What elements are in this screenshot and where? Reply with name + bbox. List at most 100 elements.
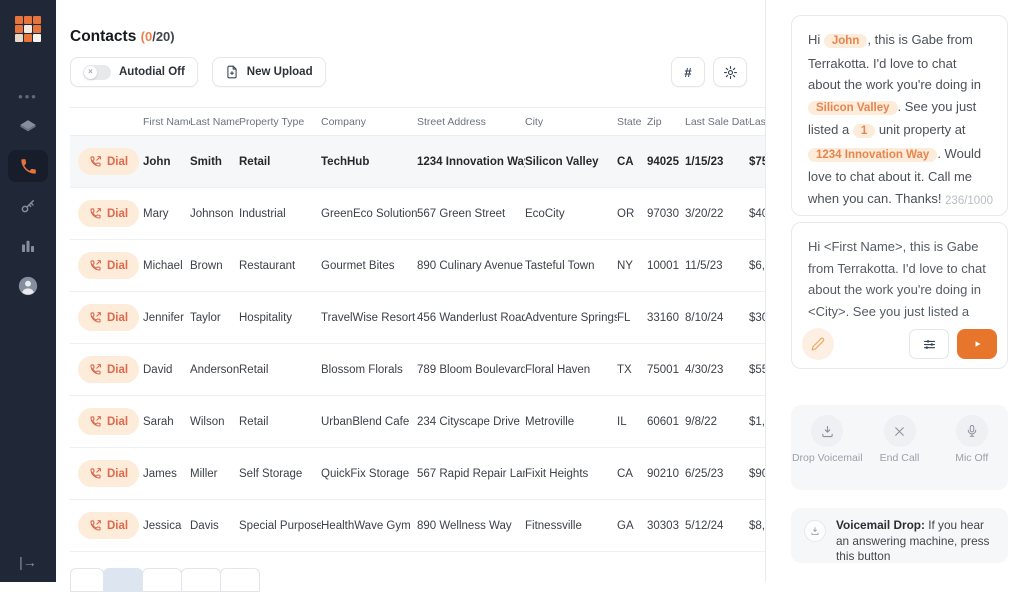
end-call-label: End Call [879, 452, 920, 464]
hash-icon: # [684, 64, 692, 80]
call-controls-card: Drop Voicemail End Call Mic Off [791, 405, 1008, 490]
voicemail-drop-icon [811, 415, 844, 447]
voicemail-template-input[interactable]: Hi <First Name>, this is Gabe from Terra… [792, 223, 1007, 321]
layers-icon [20, 120, 36, 132]
play-icon [975, 341, 981, 347]
table-cell: 94025 [647, 155, 679, 168]
pagination-button[interactable] [70, 568, 104, 592]
column-header[interactable]: Street Address [417, 116, 525, 128]
token-pill[interactable]: John [823, 34, 868, 48]
table-cell: 789 Bloom Boulevard [417, 363, 525, 376]
more-options-icon[interactable]: ••• [18, 90, 38, 103]
column-header[interactable]: Last Name [190, 116, 239, 128]
table-cell: Jessica [143, 519, 182, 532]
table-cell: Retail [239, 155, 271, 168]
settings-button[interactable] [713, 57, 747, 87]
table-row[interactable]: Dial Sarah Wilson Retail UrbanBlend Cafe 234 … [70, 396, 765, 448]
table-cell: NY [617, 259, 633, 272]
sidebar-expand-button[interactable]: |→ [0, 554, 56, 570]
table-row[interactable]: Dial David Anderson Retail Blossom Florals 78… [70, 344, 765, 396]
sidebar-item-phone[interactable] [8, 150, 48, 182]
keypad-button[interactable]: # [671, 57, 705, 87]
dial-label: Dial [107, 259, 129, 272]
mic-off-icon [955, 415, 988, 447]
column-header[interactable]: First Name [143, 116, 190, 128]
column-header[interactable]: Last Sale Price [749, 116, 765, 128]
dial-cell: Dial [70, 512, 143, 539]
table-row[interactable]: Dial Jennifer Taylor Hospitality TravelWise … [70, 292, 765, 344]
table-row[interactable]: Dial Mary Johnson Industrial GreenEco Soluti… [70, 188, 765, 240]
sidebar-item-analytics[interactable] [8, 230, 48, 262]
key-icon [21, 200, 34, 213]
column-header[interactable]: Property Type [239, 116, 321, 128]
table-cell: Sarah [143, 415, 174, 428]
table-row[interactable]: Dial James Miller Self Storage QuickFix Stor… [70, 448, 765, 500]
dial-button[interactable]: Dial [78, 200, 140, 227]
table-cell: Retail [239, 363, 269, 376]
table-cell: Mary [143, 207, 169, 220]
contacts-count-active: (0 [140, 29, 153, 44]
play-voicemail-button[interactable] [957, 329, 997, 359]
column-header[interactable]: Company [321, 116, 417, 128]
dial-button[interactable]: Dial [78, 252, 140, 279]
dial-button[interactable]: Dial [78, 148, 140, 175]
table-cell: GreenEco Solutions [321, 207, 417, 220]
char-counter: 236/1000 [945, 195, 993, 207]
table-cell: $1,1 [749, 415, 765, 428]
table-row[interactable]: Dial John Smith Retail TechHub 1234 Innovatio… [70, 136, 765, 188]
pencil-icon [811, 337, 825, 351]
dial-button[interactable]: Dial [78, 304, 140, 331]
edit-template-button[interactable] [802, 328, 834, 360]
table-cell: 890 Culinary Avenue [417, 259, 523, 272]
column-header[interactable]: State [617, 116, 647, 128]
mic-off-button[interactable]: Mic Off [936, 415, 1008, 465]
token-pill[interactable]: 1 [852, 124, 876, 138]
dial-button[interactable]: Dial [78, 356, 140, 383]
pagination-button[interactable] [103, 568, 143, 592]
table-cell: Floral Haven [525, 363, 591, 376]
end-call-button[interactable]: End Call [864, 415, 936, 465]
dial-cell: Dial [70, 200, 143, 227]
toggle-knob-icon: × [84, 65, 97, 79]
table-cell: Johnson [190, 207, 234, 220]
table-cell: $40 [749, 207, 765, 220]
token-pill[interactable]: 1234 Innovation Way [808, 147, 938, 162]
autodial-toggle-button[interactable]: × Autodial Off [70, 57, 198, 87]
dial-label: Dial [107, 311, 129, 324]
table-cell: 10001 [647, 259, 679, 272]
new-upload-button[interactable]: New Upload [211, 57, 326, 87]
table-cell: Smith [190, 155, 222, 168]
bar-chart-icon [22, 240, 34, 252]
dial-button[interactable]: Dial [78, 460, 140, 487]
table-cell: Jennifer [143, 311, 184, 324]
dial-button[interactable]: Dial [78, 408, 140, 435]
voice-settings-button[interactable] [909, 329, 949, 359]
contacts-table: First Name Last Name Property Type Company S… [70, 107, 765, 558]
drop-voicemail-button[interactable]: Drop Voicemail [791, 415, 863, 465]
dial-phone-icon [90, 416, 101, 427]
dial-label: Dial [107, 155, 129, 168]
pagination-button[interactable] [181, 568, 221, 592]
table-row[interactable]: Dial Jessica Davis Special Purpose HealthWav… [70, 500, 765, 552]
table-cell: Metroville [525, 415, 575, 428]
column-header[interactable]: City [525, 116, 617, 128]
table-cell: Michael [143, 259, 183, 272]
table-cell: TX [617, 363, 632, 376]
sliders-icon [923, 339, 935, 349]
sidebar-item-key[interactable] [8, 190, 48, 222]
token-pill[interactable]: Silicon Valley [808, 100, 898, 115]
autodial-toggle[interactable]: × [83, 64, 111, 80]
dial-button[interactable]: Dial [78, 512, 140, 539]
toolbar: × Autodial Off New Upload [70, 57, 326, 87]
pagination-button[interactable] [220, 568, 260, 592]
sidebar-item-layers[interactable] [8, 110, 48, 142]
voicemail-panel: Hi John, this is Gabe from Terrakotta. I… [765, 0, 1024, 582]
table-cell: 5/12/24 [685, 519, 724, 532]
app-logo-icon[interactable] [15, 16, 41, 42]
pagination-button[interactable] [142, 568, 182, 592]
column-header[interactable]: Zip [647, 116, 685, 128]
dial-label: Dial [107, 519, 129, 532]
column-header[interactable]: Last Sale Date [685, 116, 749, 128]
table-row[interactable]: Dial Michael Brown Restaurant Gourmet Bites 8… [70, 240, 765, 292]
sidebar-item-profile[interactable] [8, 270, 48, 302]
